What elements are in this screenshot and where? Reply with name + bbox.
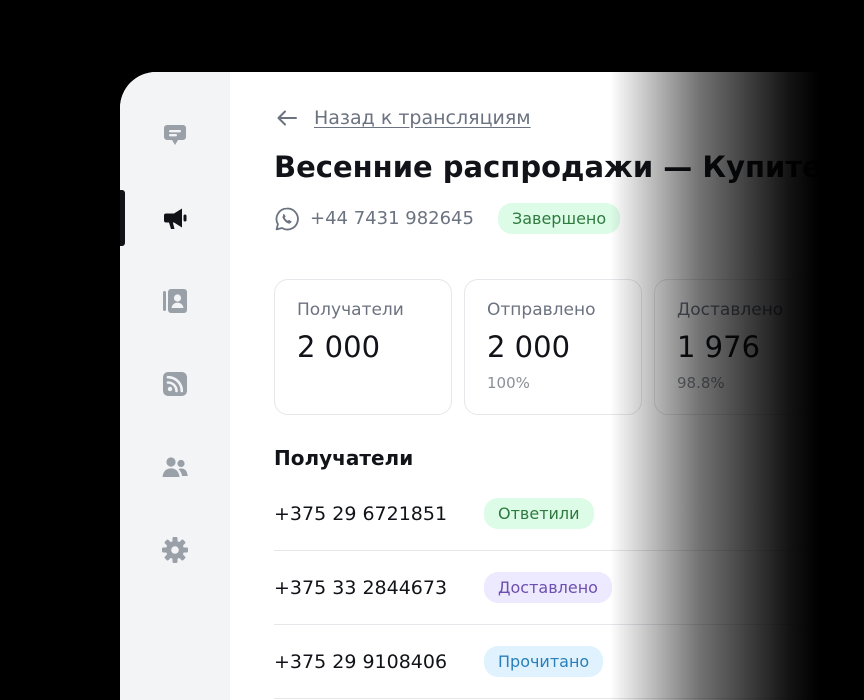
active-indicator xyxy=(120,190,125,246)
sidebar-item-feeds[interactable] xyxy=(120,354,230,414)
page-title: Весенние распродажи — Купите 2, xyxy=(274,150,864,184)
sender-phone: +44 7431 982645 xyxy=(310,208,474,229)
app-window: Назад к трансляциям Весенние распродажи … xyxy=(120,72,864,700)
stat-value: 1 976 xyxy=(677,330,761,364)
contacts-icon xyxy=(163,289,187,313)
recipients-section-title: Получатели xyxy=(274,446,414,470)
sidebar-item-broadcasts[interactable] xyxy=(120,188,230,248)
sidebar-item-team[interactable] xyxy=(120,437,230,497)
sidebar-item-contacts[interactable] xyxy=(120,271,230,331)
recipient-status-badge: Ответили xyxy=(484,498,594,529)
stat-card-recipients: Получатели 2 000 xyxy=(274,279,452,415)
stat-label: Доставлено xyxy=(677,300,784,320)
stat-card-sent: Отправлено 2 000 100% xyxy=(464,279,642,415)
recipient-phone: +375 29 6721851 xyxy=(274,502,448,525)
stat-value: 2 000 xyxy=(297,330,381,364)
rss-icon xyxy=(163,372,187,396)
back-link[interactable]: Назад к трансляциям xyxy=(274,105,531,131)
recipient-status-badge: Прочитано xyxy=(484,646,604,677)
gear-icon xyxy=(162,537,188,563)
back-link-label: Назад к трансляциям xyxy=(314,107,531,129)
recipient-phone: +375 29 9108406 xyxy=(274,650,448,673)
broadcast-meta: +44 7431 982645 Завершено xyxy=(274,203,621,234)
arrow-left-icon xyxy=(277,110,297,126)
status-badge: Завершено xyxy=(497,203,621,234)
stat-label: Получатели xyxy=(297,300,404,320)
recipient-phone: +375 33 2844673 xyxy=(274,576,448,599)
stat-percent: 100% xyxy=(487,374,530,392)
stat-label: Отправлено xyxy=(487,300,596,320)
sidebar-item-chats[interactable] xyxy=(120,105,230,165)
stage: Назад к трансляциям Весенние распродажи … xyxy=(0,0,864,700)
sidebar-item-settings[interactable] xyxy=(120,520,230,580)
stats-row: Получатели 2 000 Отправлено 2 000 100% Д… xyxy=(274,279,832,415)
list-item[interactable]: +375 33 2844673 Доставлено xyxy=(274,551,864,625)
list-item[interactable]: +375 29 9108406 Прочитано xyxy=(274,625,864,699)
megaphone-icon xyxy=(164,208,187,229)
stat-percent: 98.8% xyxy=(677,374,725,392)
chat-icon xyxy=(164,125,186,145)
list-item[interactable]: +375 29 6721851 Ответили xyxy=(274,477,864,551)
recipients-list: +375 29 6721851 Ответили +375 33 2844673… xyxy=(274,477,864,699)
users-icon xyxy=(162,457,188,477)
sidebar xyxy=(120,72,230,700)
stat-value: 2 000 xyxy=(487,330,571,364)
stat-card-delivered: Доставлено 1 976 98.8% xyxy=(654,279,832,415)
whatsapp-icon xyxy=(275,207,299,230)
main-content: Назад к трансляциям Весенние распродажи … xyxy=(230,72,864,700)
recipient-status-badge: Доставлено xyxy=(484,572,612,603)
